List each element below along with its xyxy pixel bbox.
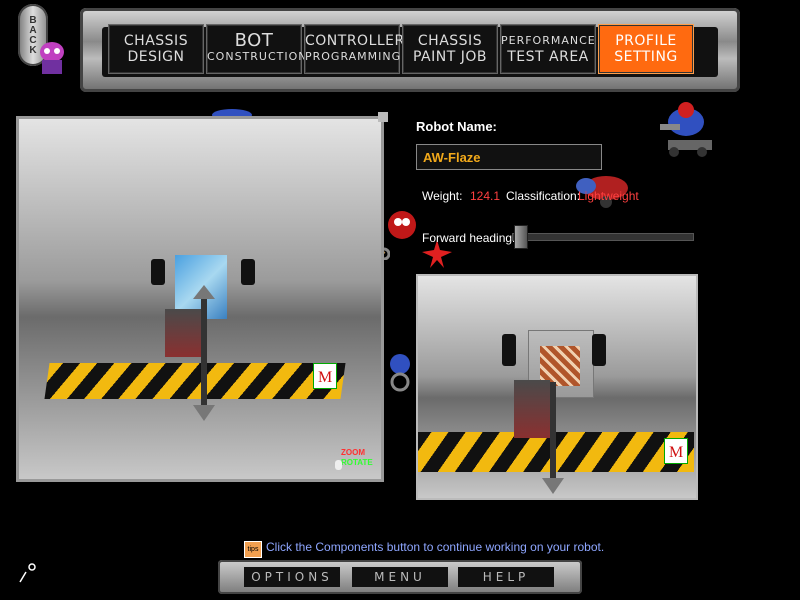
tab-label: CHASSIS <box>123 33 189 49</box>
robot-name-label: Robot Name: <box>416 119 497 134</box>
robot-wheel <box>151 259 165 285</box>
logo-flag-icon: M <box>313 363 337 389</box>
tab-chassis-design[interactable]: CHASSIS DESIGN <box>108 24 204 74</box>
tab-performance-test-area[interactable]: PERFORMANCE TEST AREA <box>500 24 596 74</box>
cursor-icon <box>18 562 38 584</box>
heading-arrow-icon <box>542 376 564 494</box>
tab-label: DESIGN <box>127 49 185 65</box>
tab-label: PERFORMANCE <box>501 34 596 47</box>
help-button[interactable]: HELP <box>458 567 554 587</box>
options-button[interactable]: OPTIONS <box>244 567 340 587</box>
mouse-icon <box>335 460 342 470</box>
tab-label: TEST AREA <box>507 49 589 65</box>
svg-text:M: M <box>318 369 332 386</box>
zoom-label: ZOOM <box>341 448 365 457</box>
heading-slider-track[interactable] <box>512 233 694 241</box>
tab-controller-programming[interactable]: CONTROLLER PROGRAMMING <box>304 24 405 74</box>
robot-wheel <box>502 334 516 366</box>
robot-sprite-icon <box>384 350 416 394</box>
tab-profile-setting[interactable]: PROFILE SETTING <box>598 24 694 74</box>
tab-label: SETTING <box>614 49 678 65</box>
tip-text: Click the Components button to continue … <box>266 540 605 554</box>
menu-button[interactable]: MENU <box>352 567 448 587</box>
logo-flag-icon: M <box>664 438 688 464</box>
tab-label: CONSTRUCTION <box>207 50 308 63</box>
tab-label: BOT <box>234 30 274 51</box>
heading-label: Forward heading: <box>422 231 516 245</box>
tips-icon: tips <box>244 541 262 558</box>
classification-value: Lightweight <box>578 189 639 203</box>
robot-wheel <box>241 259 255 285</box>
heading-arrow-icon <box>193 285 215 421</box>
tab-label: PROGRAMMING <box>305 50 402 63</box>
tab-label: PAINT JOB <box>413 49 487 65</box>
robot-name-input[interactable]: AW-Flaze <box>416 144 602 170</box>
robot-3d-viewport[interactable]: M ZOOM ROTATE <box>16 116 384 482</box>
tab-label: CHASSIS <box>417 33 483 49</box>
svg-text:M: M <box>669 444 683 461</box>
viewport-corner-icon <box>378 112 388 122</box>
rotate-label: ROTATE <box>341 458 373 467</box>
classification-label: Classification: <box>506 189 581 203</box>
robot-sprite-icon <box>640 100 720 160</box>
robot-preview-viewport: M <box>416 274 698 500</box>
tab-bot-construction[interactable]: BOT CONSTRUCTION <box>206 24 308 74</box>
tab-label: PROFILE <box>615 33 677 49</box>
tab-chassis-paint-job[interactable]: CHASSIS PAINT JOB <box>402 24 498 74</box>
robot-wheel <box>592 334 606 366</box>
weight-value: 124.1 <box>470 189 501 203</box>
weight-label: Weight: <box>422 189 463 203</box>
tab-label: CONTROLLER <box>305 33 405 49</box>
heading-slider-thumb[interactable] <box>514 225 528 249</box>
back-mascot-icon <box>34 38 70 78</box>
